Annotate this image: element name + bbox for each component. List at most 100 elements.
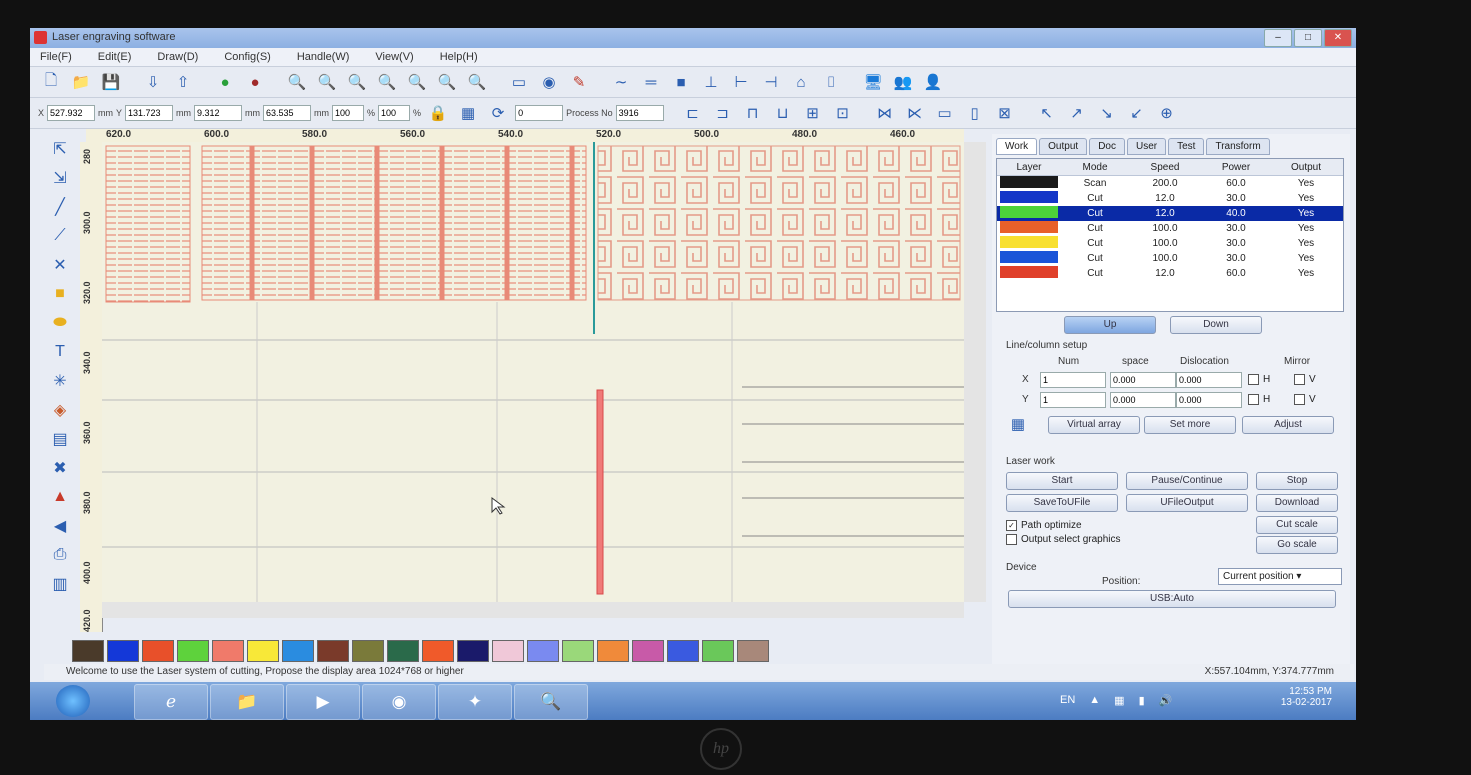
line-tool-icon[interactable]: ╱ <box>44 194 76 220</box>
battery-icon[interactable]: ▮ <box>1139 694 1145 707</box>
ellipse-tool-icon[interactable]: ⬬ <box>44 310 76 336</box>
palette-swatch[interactable] <box>737 640 769 662</box>
palette-swatch[interactable] <box>282 640 314 662</box>
layer-row-selected[interactable]: Cut 12.0 40.0 Yes <box>997 206 1343 221</box>
zoom-in-icon[interactable]: 🔍 <box>314 70 340 94</box>
lock-icon[interactable]: 🔒 <box>425 101 451 125</box>
ufile-output-button[interactable]: UFileOutput <box>1126 494 1248 512</box>
go-scale-button[interactable]: Go scale <box>1256 536 1338 554</box>
menu-handle[interactable]: Handle(W) <box>297 51 350 63</box>
mirror-x-h[interactable]: H <box>1248 374 1270 385</box>
tab-transform[interactable]: Transform <box>1206 138 1270 155</box>
same-size-icon[interactable]: ⊠ <box>992 101 1018 125</box>
palette-swatch[interactable] <box>177 640 209 662</box>
go-icon[interactable]: ● <box>212 70 238 94</box>
layer-up-button[interactable]: Up <box>1064 316 1156 334</box>
move-upleft-icon[interactable]: ↖ <box>1034 101 1060 125</box>
save-to-ufile-button[interactable]: SaveToUFile <box>1006 494 1118 512</box>
position-select[interactable]: Current position ▾ <box>1218 568 1342 585</box>
align-left-icon[interactable]: ⊏ <box>680 101 706 125</box>
monitor-icon[interactable]: 🖥 <box>860 70 886 94</box>
move-center-icon[interactable]: ⊕ <box>1154 101 1180 125</box>
open-folder-icon[interactable]: 📁 <box>68 70 94 94</box>
grid-icon[interactable]: ▦ <box>455 101 481 125</box>
pen-icon[interactable]: ✎ <box>566 70 592 94</box>
dimension-icon[interactable]: ⊢ <box>728 70 754 94</box>
point-tool-icon[interactable]: ✳ <box>44 368 76 394</box>
frame-icon[interactable]: ▭ <box>506 70 532 94</box>
zoom-icon[interactable]: 🔍 <box>284 70 310 94</box>
usb-auto-button[interactable]: USB:Auto <box>1008 590 1336 608</box>
users-icon[interactable]: 👥 <box>890 70 916 94</box>
x-disloc-field[interactable] <box>1176 372 1242 388</box>
clock[interactable]: 12:53 PM 13-02-2017 <box>1281 686 1332 708</box>
virtual-array-button[interactable]: Virtual array <box>1048 416 1140 434</box>
path-optimize-checkbox[interactable]: ✓ Path optimize <box>1006 520 1082 531</box>
rectangle-tool-icon[interactable]: ■ <box>44 281 76 307</box>
palette-swatch[interactable] <box>387 640 419 662</box>
palette-swatch[interactable] <box>597 640 629 662</box>
process-no-field[interactable] <box>615 105 664 121</box>
layer-row[interactable]: Cut 100.0 30.0 Yes <box>997 221 1343 236</box>
export-icon[interactable]: ⇧ <box>170 70 196 94</box>
x-field[interactable] <box>47 105 96 121</box>
hat-icon[interactable]: ⌂ <box>788 70 814 94</box>
palette-swatch[interactable] <box>632 640 664 662</box>
palette-swatch[interactable] <box>247 640 279 662</box>
volume-icon[interactable]: 🔊 <box>1159 694 1173 707</box>
mirror-tool-icon[interactable]: ▲ <box>44 484 76 510</box>
stop-button[interactable]: Stop <box>1256 472 1338 490</box>
palette-swatch[interactable] <box>212 640 244 662</box>
distribute-v-icon[interactable]: ⋉ <box>902 101 928 125</box>
select-arrow-icon[interactable]: ⇱ <box>44 136 76 162</box>
media-player-icon[interactable]: ▶ <box>286 684 360 720</box>
array-grid-icon[interactable]: ▦ <box>1006 414 1030 434</box>
scale-x-field[interactable] <box>332 105 365 121</box>
text-tool-icon[interactable]: T <box>44 339 76 365</box>
align-right-icon[interactable]: ⊐ <box>710 101 736 125</box>
layer-row[interactable]: Cut 12.0 60.0 Yes <box>997 266 1343 281</box>
x-num-field[interactable] <box>1040 372 1106 388</box>
y-field[interactable] <box>125 105 174 121</box>
array-tool-icon[interactable]: ▤ <box>44 426 76 452</box>
width-field[interactable] <box>194 105 243 121</box>
palette-swatch[interactable] <box>702 640 734 662</box>
mirror-x-v[interactable]: V <box>1294 374 1316 385</box>
tab-user[interactable]: User <box>1126 138 1167 155</box>
palette-swatch[interactable] <box>527 640 559 662</box>
pause-continue-button[interactable]: Pause/Continue <box>1126 472 1248 490</box>
minimize-button[interactable]: – <box>1264 29 1292 47</box>
palette-swatch[interactable] <box>422 640 454 662</box>
output-select-graphics-checkbox[interactable]: Output select graphics <box>1006 534 1121 545</box>
y-disloc-field[interactable] <box>1176 392 1242 408</box>
menu-config[interactable]: Config(S) <box>224 51 270 63</box>
menu-help[interactable]: Help(H) <box>440 51 478 63</box>
frame-tool-icon[interactable]: ▥ <box>44 571 76 597</box>
layer-row[interactable]: Cut 12.0 30.0 Yes <box>997 191 1343 206</box>
dash-icon[interactable]: ═ <box>638 70 664 94</box>
laser-app-icon[interactable]: ✦ <box>438 684 512 720</box>
start-button-icon[interactable] <box>56 685 90 717</box>
new-file-icon[interactable]: 🗋 <box>38 70 64 94</box>
mirror-y-h[interactable]: H <box>1248 394 1270 405</box>
measure-icon[interactable]: ⊣ <box>758 70 784 94</box>
tree-icon[interactable]: ⊥ <box>698 70 724 94</box>
palette-swatch[interactable] <box>492 640 524 662</box>
cut-scale-button[interactable]: Cut scale <box>1256 516 1338 534</box>
polyline-tool-icon[interactable]: ⟋ <box>44 223 76 249</box>
horizontal-scrollbar[interactable] <box>102 602 964 618</box>
zoom-out-icon[interactable]: 🔍 <box>344 70 370 94</box>
zoom-all-icon[interactable]: 🔍 <box>464 70 490 94</box>
tab-output[interactable]: Output <box>1039 138 1088 155</box>
palette-swatch[interactable] <box>317 640 349 662</box>
node-edit-icon[interactable]: ⇲ <box>44 165 76 191</box>
zoom-page-icon[interactable]: 🔍 <box>404 70 430 94</box>
palette-swatch[interactable] <box>562 640 594 662</box>
zoom-select-icon[interactable]: 🔍 <box>434 70 460 94</box>
start-button[interactable]: Start <box>1006 472 1118 490</box>
language-indicator[interactable]: EN <box>1060 694 1075 707</box>
import-icon[interactable]: ⇩ <box>140 70 166 94</box>
network-icon[interactable]: ▦ <box>1114 694 1124 707</box>
align-top-icon[interactable]: ⊓ <box>740 101 766 125</box>
x-space-field[interactable] <box>1110 372 1176 388</box>
